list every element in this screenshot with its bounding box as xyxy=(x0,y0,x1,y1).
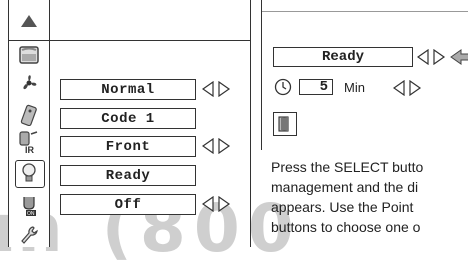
instruction-line: appears. Use the Point xyxy=(271,199,414,215)
left-right-arrows-icon[interactable] xyxy=(202,81,232,97)
remote-icon[interactable] xyxy=(17,104,41,126)
menu-row-value[interactable]: Front xyxy=(60,136,196,157)
panel-header-divider xyxy=(48,40,250,41)
screen-icon[interactable] xyxy=(17,44,41,66)
instruction-line: buttons to choose one o xyxy=(271,219,421,235)
instruction-line: Press the SELECT butto xyxy=(271,159,424,175)
instruction-text: Press the SELECT butto management and th… xyxy=(271,157,468,237)
menu-row-value[interactable]: Off xyxy=(60,194,196,215)
power-on-icon[interactable]: ON xyxy=(17,194,41,217)
exit-door-icon xyxy=(278,116,289,132)
wrench-icon[interactable] xyxy=(17,224,41,246)
lamp-icon[interactable] xyxy=(17,162,41,184)
submenu-top-divider xyxy=(262,11,468,12)
triangle-up-icon[interactable] xyxy=(17,10,41,32)
svg-text:ON: ON xyxy=(27,211,35,217)
menu-row-value[interactable]: Normal xyxy=(60,79,196,100)
timer-unit-label: Min xyxy=(344,80,365,95)
left-right-arrows-icon[interactable] xyxy=(393,80,423,96)
submenu-panel: Ready 5 Min xyxy=(261,0,468,150)
timer-minutes-field[interactable]: 5 xyxy=(299,79,333,95)
left-right-arrows-icon[interactable] xyxy=(417,49,468,65)
power-mode-field[interactable]: Ready xyxy=(273,47,413,67)
clock-icon xyxy=(274,78,292,96)
menu-row-value[interactable]: Ready xyxy=(60,165,196,186)
left-right-arrows-icon[interactable] xyxy=(202,196,232,212)
menu-row-value[interactable]: Code 1 xyxy=(60,108,196,129)
menu-panel: Normal Code 1 Front Ready Off xyxy=(48,0,251,247)
exit-button[interactable] xyxy=(273,112,297,136)
ir-icon[interactable]: IR xyxy=(17,131,41,154)
fan-icon[interactable] xyxy=(17,72,41,94)
strip-divider xyxy=(9,40,49,41)
svg-text:IR: IR xyxy=(25,145,35,154)
menu-icon-strip: IR ON xyxy=(8,0,50,247)
left-right-arrows-icon[interactable] xyxy=(202,138,232,154)
instruction-line: management and the di xyxy=(271,179,419,195)
